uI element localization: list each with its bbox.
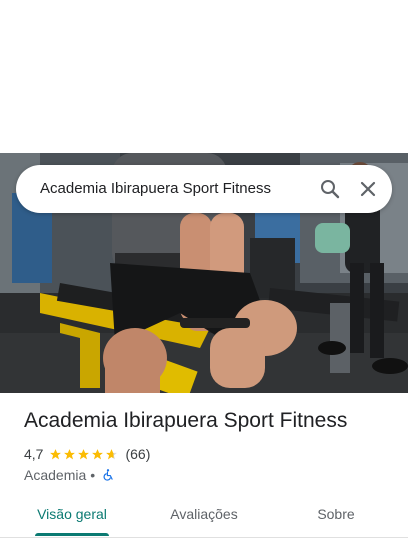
place-tabs: Visão geral Avaliações Sobre <box>0 494 408 538</box>
place-category: Academia <box>24 467 87 483</box>
wheelchair-icon <box>103 469 113 481</box>
rating-value: 4,7 <box>24 446 44 462</box>
review-count[interactable]: (66) <box>125 446 150 462</box>
tab-overview[interactable]: Visão geral <box>24 494 120 538</box>
search-input[interactable]: Academia Ibirapuera Sport Fitness <box>40 165 271 213</box>
search-bar[interactable]: Academia Ibirapuera Sport Fitness <box>16 165 392 213</box>
close-icon[interactable] <box>356 177 380 201</box>
rating-row[interactable]: 4,7 (66) <box>24 444 150 464</box>
search-icon[interactable] <box>318 177 342 201</box>
star-icon <box>50 448 62 459</box>
star-icon <box>64 448 76 459</box>
tab-about[interactable]: Sobre <box>300 494 372 538</box>
active-tab-indicator <box>35 533 109 536</box>
category-row: Academia • <box>24 465 115 485</box>
star-icon <box>92 448 104 459</box>
map-area-blank <box>0 0 408 153</box>
star-icon <box>78 448 90 459</box>
rating-stars <box>49 448 119 461</box>
tab-reviews[interactable]: Avaliações <box>156 494 252 538</box>
star-half-icon <box>106 448 118 459</box>
separator-dot: • <box>90 467 96 483</box>
place-title: Academia Ibirapuera Sport Fitness <box>24 409 348 432</box>
